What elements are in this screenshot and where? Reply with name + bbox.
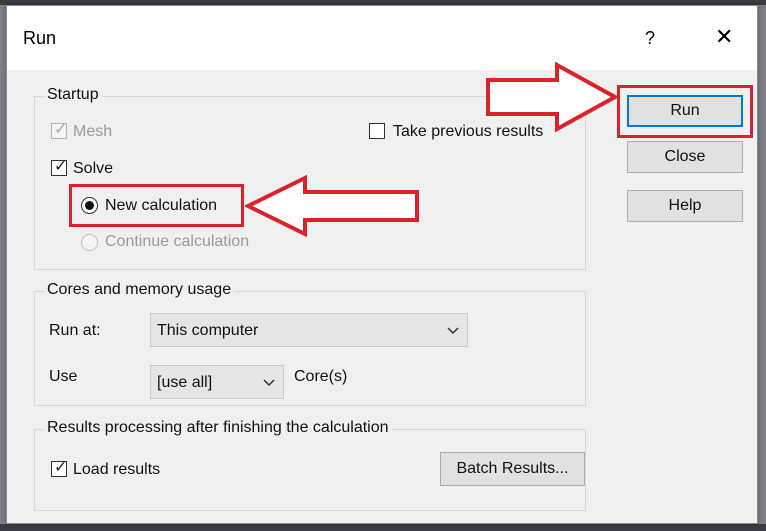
cores-suffix-label: Core(s)	[294, 368, 348, 385]
results-legend: Results processing after finishing the c…	[44, 419, 392, 437]
load-results-checkbox[interactable]: ✓	[51, 459, 68, 477]
check-icon: ✓	[54, 121, 68, 138]
take-previous-results-checkbox[interactable]	[369, 123, 385, 139]
close-icon[interactable]: ✕	[715, 24, 733, 50]
run-dialog: Run ? ✕ Startup ✓ Mesh Take previous res…	[6, 5, 758, 524]
cores-value: [use all]	[157, 374, 213, 391]
run-at-dropdown[interactable]: This computer	[150, 313, 468, 347]
chevron-down-icon	[263, 379, 275, 387]
cores-dropdown[interactable]: [use all]	[150, 365, 284, 399]
check-icon: ✓	[54, 158, 68, 175]
help-button[interactable]: Help	[627, 190, 743, 222]
new-calculation-highlight	[69, 184, 244, 227]
cores-legend: Cores and memory usage	[44, 281, 235, 299]
solve-checkbox[interactable]: ✓	[51, 158, 68, 176]
mesh-label: Mesh	[73, 123, 113, 140]
batch-results-button[interactable]: Batch Results...	[440, 452, 585, 486]
arrow-right-icon	[486, 62, 619, 132]
startup-legend: Startup	[44, 86, 102, 104]
cores-group	[34, 291, 586, 406]
run-at-label: Run at:	[49, 322, 101, 339]
close-button[interactable]: Close	[627, 141, 743, 173]
solve-label: Solve	[73, 160, 114, 177]
dialog-title: Run	[23, 28, 57, 48]
title-bar: Run ? ✕	[7, 6, 757, 70]
background-window-edge	[0, 524, 766, 531]
help-icon[interactable]: ?	[645, 28, 655, 49]
check-icon: ✓	[54, 459, 68, 476]
arrow-left-icon	[245, 175, 419, 237]
continue-calculation-label: Continue calculation	[105, 233, 250, 250]
use-label: Use	[49, 368, 78, 385]
chevron-down-icon	[447, 327, 459, 335]
mesh-checkbox[interactable]: ✓	[51, 121, 68, 139]
run-at-value: This computer	[157, 322, 259, 339]
run-button-highlight	[617, 85, 753, 138]
continue-calculation-radio[interactable]	[81, 234, 98, 251]
load-results-label: Load results	[73, 461, 161, 478]
